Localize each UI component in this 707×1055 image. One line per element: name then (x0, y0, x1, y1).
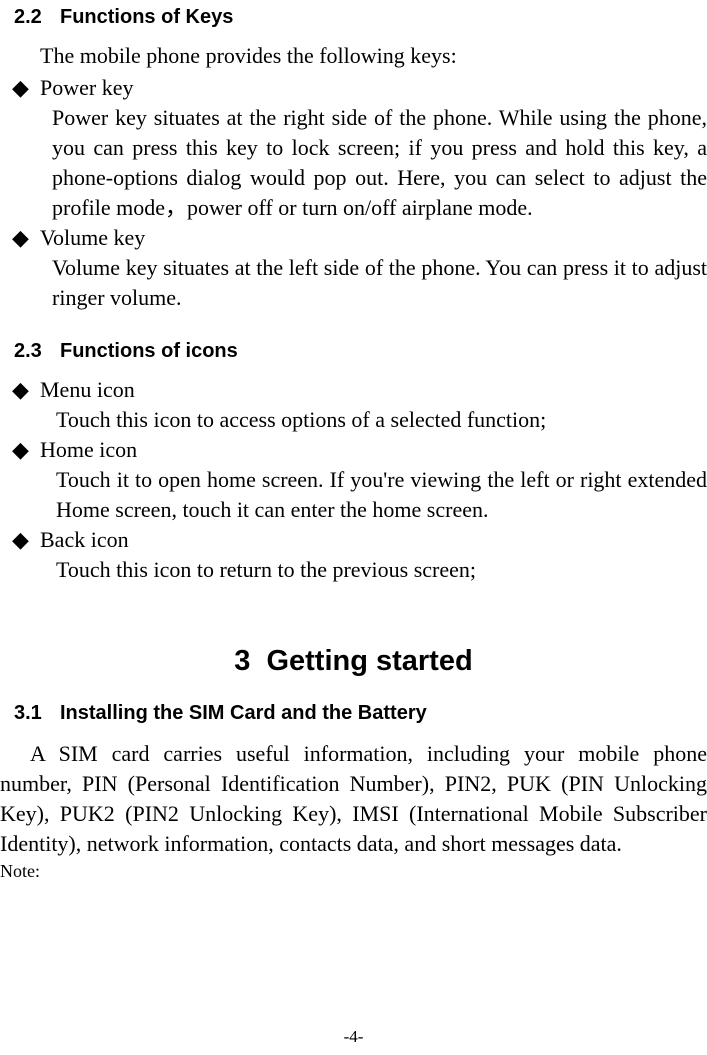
section-3-1-number: 3.1 (14, 702, 60, 725)
list-item: ◆ Power key Power key situates at the ri… (12, 75, 707, 223)
page: 2.2Functions of Keys The mobile phone pr… (0, 6, 707, 1055)
chapter-3-title: 3 Getting started (0, 645, 707, 678)
diamond-icon: ◆ (12, 529, 40, 551)
chapter-3-number: 3 (234, 645, 250, 678)
section-2-2-intro: The mobile phone provides the following … (40, 43, 707, 69)
section-2-2-number: 2.2 (14, 6, 60, 29)
item-volume-key-body: Volume key situates at the left side of … (52, 253, 707, 313)
note-label: Note: (0, 861, 707, 882)
item-power-key-body: Power key situates at the right side of … (52, 103, 707, 223)
diamond-icon: ◆ (12, 77, 40, 99)
item-power-key-title: ◆ Power key (12, 75, 707, 101)
item-home-icon-body: Touch it to open home screen. If you're … (56, 465, 707, 525)
item-back-icon-body: Touch this icon to return to the previou… (56, 555, 707, 585)
chapter-3-text: Getting started (266, 645, 472, 677)
list-item: ◆ Menu icon Touch this icon to access op… (12, 377, 707, 435)
item-back-icon-title: ◆ Back icon (12, 527, 707, 553)
section-2-3-number: 2.3 (14, 340, 60, 363)
section-3-1-heading: 3.1Installing the SIM Card and the Batte… (14, 702, 707, 725)
page-number: -4- (0, 1027, 707, 1047)
list-item: ◆ Volume key Volume key situates at the … (12, 225, 707, 313)
diamond-icon: ◆ (12, 227, 40, 249)
item-menu-icon-title: ◆ Menu icon (12, 377, 707, 403)
diamond-icon: ◆ (12, 379, 40, 401)
item-home-icon-title: ◆ Home icon (12, 437, 707, 463)
section-2-2-title: Functions of Keys (60, 6, 233, 28)
list-item: ◆ Back icon Touch this icon to return to… (12, 527, 707, 585)
section-2-2-heading: 2.2Functions of Keys (14, 6, 707, 29)
section-2-3-title: Functions of icons (60, 340, 238, 362)
list-item: ◆ Home icon Touch it to open home screen… (12, 437, 707, 525)
section-2-3-heading: 2.3Functions of icons (14, 340, 707, 363)
diamond-icon: ◆ (12, 439, 40, 461)
item-volume-key-title: ◆ Volume key (12, 225, 707, 251)
item-menu-icon-body: Touch this icon to access options of a s… (56, 405, 707, 435)
section-3-1-title: Installing the SIM Card and the Battery (60, 702, 427, 724)
section-3-1-paragraph: A SIM card carries useful information, i… (0, 739, 707, 859)
